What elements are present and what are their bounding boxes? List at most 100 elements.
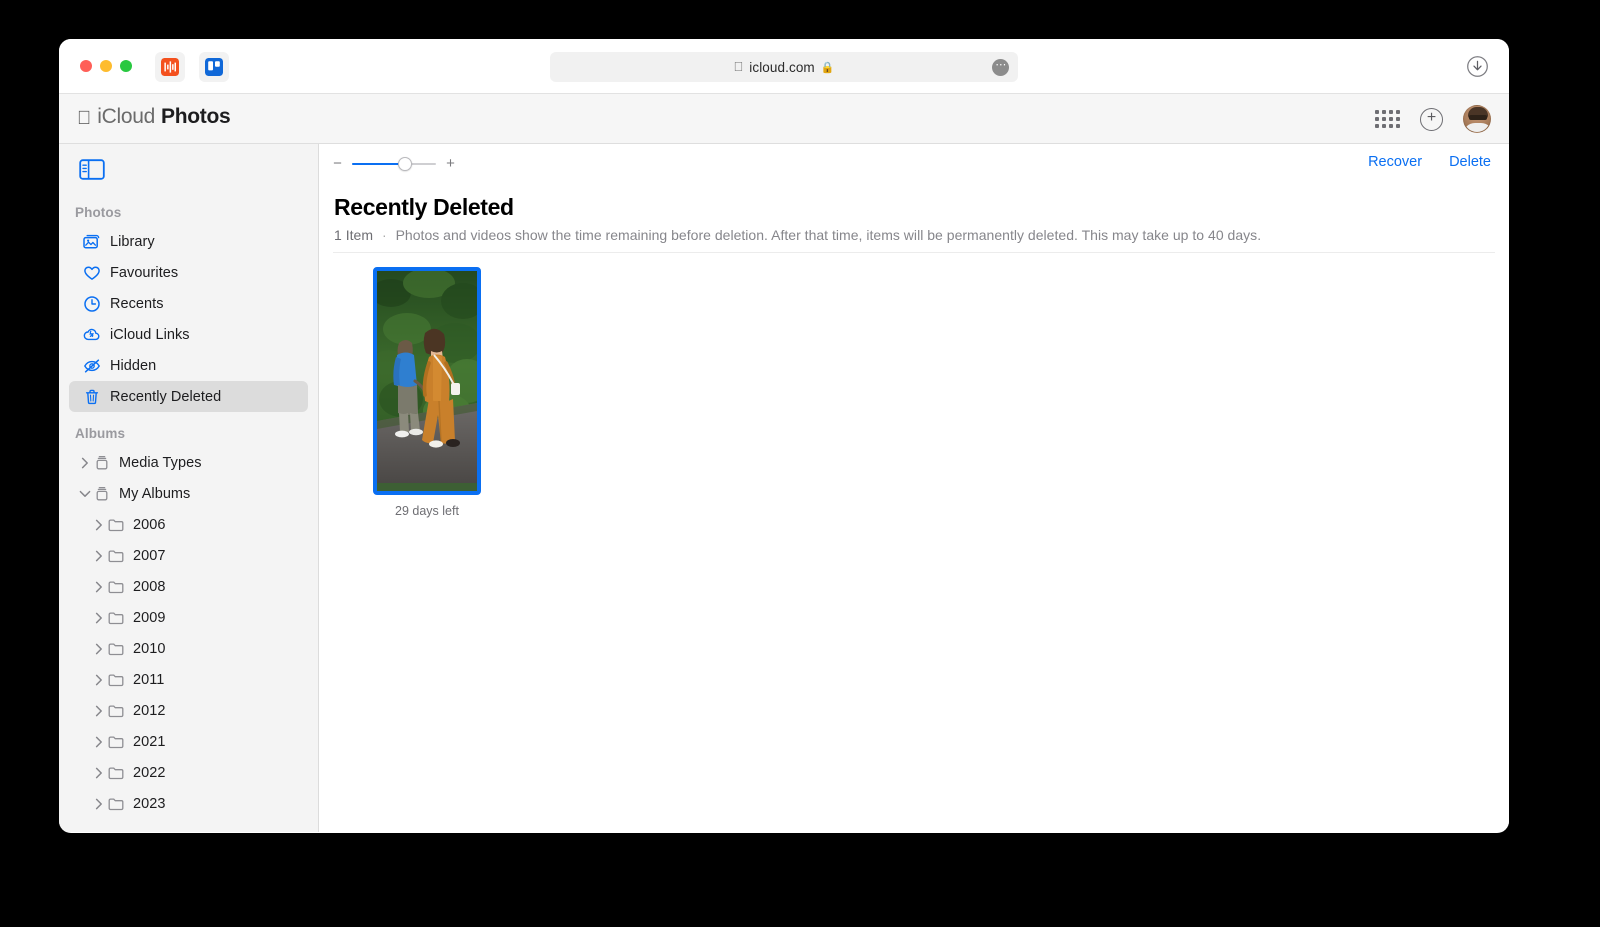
clock-icon	[84, 295, 100, 312]
address-bar[interactable]:  icloud.com 🔒 ⋯	[550, 52, 1018, 82]
photo-thumbnail[interactable]	[373, 267, 481, 495]
zoom-out-button[interactable]: −	[332, 156, 343, 171]
avatar-sunglasses	[1469, 115, 1487, 120]
sidebar-item-album-2006[interactable]: 2006	[69, 509, 308, 540]
sidebar-item-label: Hidden	[110, 357, 157, 374]
page-title: Recently Deleted	[334, 194, 514, 220]
slider-knob[interactable]	[398, 156, 413, 171]
sidebar-item-album-2021[interactable]: 2021	[69, 726, 308, 757]
app-name-label: Photos	[146, 105, 231, 128]
board-extension-button[interactable]	[199, 52, 229, 82]
cloud-link-icon	[83, 328, 100, 340]
minimize-window-button[interactable]	[100, 60, 112, 72]
app-grid-icon[interactable]	[1375, 110, 1400, 128]
recover-button[interactable]: Recover	[1368, 154, 1422, 170]
delete-button[interactable]: Delete	[1449, 154, 1491, 170]
main-toolbar: − + Recover Delete	[319, 144, 1509, 186]
board-extension-icon	[205, 58, 223, 76]
library-icon	[83, 234, 100, 249]
toolbar-actions: Recover Delete	[1368, 154, 1491, 170]
plus-circle-icon[interactable]: +	[1420, 107, 1443, 131]
chevron-down-icon[interactable]	[77, 490, 93, 498]
sidebar-item-label: 2022	[133, 764, 166, 781]
icloud-label: iCloud	[83, 105, 155, 128]
sidebar-item-media-types[interactable]: Media Types	[69, 447, 308, 478]
sidebar-item-icloud-links[interactable]: iCloud Links	[69, 319, 308, 350]
sidebar-item-label: Favourites	[110, 264, 179, 281]
sidebar-section-photos-title: Photos	[75, 205, 122, 220]
audio-extension-button[interactable]	[155, 52, 185, 82]
url-text: icloud.com	[744, 59, 814, 75]
sidebar-toggle-icon[interactable]	[79, 159, 105, 180]
sidebar-item-label: 2011	[133, 671, 165, 688]
download-icon[interactable]	[1466, 55, 1489, 78]
icloud-app-header:  iCloud Photos +	[59, 94, 1509, 144]
page-description: Photos and videos show the time remainin…	[395, 227, 1262, 243]
sidebar-item-album-2012[interactable]: 2012	[69, 695, 308, 726]
more-options-icon[interactable]: ⋯	[992, 59, 1009, 76]
sidebar-item-recents[interactable]: Recents	[69, 288, 308, 319]
zoom-window-button[interactable]	[120, 60, 132, 72]
sidebar-item-label: My Albums	[119, 485, 191, 502]
sidebar-item-label: Media Types	[119, 454, 202, 471]
folder-icon	[108, 580, 124, 593]
sidebar-item-label: Library	[110, 233, 155, 250]
desktop-background:  icloud.com 🔒 ⋯  iCloud Photos +	[0, 0, 1600, 927]
page-subtitle: 1 Item · Photos and videos show the time…	[334, 227, 1509, 243]
sidebar-item-album-2009[interactable]: 2009	[69, 602, 308, 633]
chevron-right-icon[interactable]	[91, 519, 107, 531]
zoom-control: − +	[332, 156, 456, 171]
chevron-right-icon[interactable]	[77, 457, 93, 469]
sidebar-item-recently-deleted[interactable]: Recently Deleted	[69, 381, 308, 412]
photo-caption: 29 days left	[395, 504, 459, 518]
sidebar-item-album-2008[interactable]: 2008	[69, 571, 308, 602]
apple-logo-icon: 	[77, 108, 91, 130]
photo-cell[interactable]: 29 days left	[373, 267, 481, 518]
sidebar-item-album-2022[interactable]: 2022	[69, 757, 308, 788]
zoom-in-button[interactable]: +	[445, 156, 456, 171]
sidebar-item-album-2007[interactable]: 2007	[69, 540, 308, 571]
sidebar-item-label: 2010	[133, 640, 166, 657]
subtitle-separator: ·	[381, 227, 387, 243]
sidebar-item-favourites[interactable]: Favourites	[69, 257, 308, 288]
chevron-right-icon[interactable]	[91, 705, 107, 717]
sidebar-item-label: iCloud Links	[110, 326, 190, 343]
folder-icon	[108, 673, 124, 686]
sidebar-item-label: 2008	[133, 578, 166, 595]
folder-icon	[108, 766, 124, 779]
photo-image	[377, 271, 477, 483]
folder-icon	[108, 797, 124, 810]
user-avatar[interactable]	[1463, 105, 1491, 133]
sidebar-item-library[interactable]: Library	[69, 226, 308, 257]
heart-icon	[84, 265, 100, 280]
sidebar-item-album-2023[interactable]: 2023	[69, 788, 308, 819]
sidebar-item-my-albums[interactable]: My Albums	[69, 478, 308, 509]
slider-fill	[352, 162, 405, 165]
chevron-right-icon[interactable]	[91, 798, 107, 810]
chevron-right-icon[interactable]	[91, 643, 107, 655]
close-window-button[interactable]	[80, 60, 92, 72]
sidebar-item-album-2010[interactable]: 2010	[69, 633, 308, 664]
chevron-right-icon[interactable]	[91, 736, 107, 748]
chevron-right-icon[interactable]	[91, 581, 107, 593]
sidebar-item-label: 2012	[133, 702, 166, 719]
browser-toolbar:  icloud.com 🔒 ⋯	[59, 39, 1509, 94]
app-header-actions: +	[1375, 94, 1491, 144]
folder-icon	[108, 549, 124, 562]
chevron-right-icon[interactable]	[91, 550, 107, 562]
chevron-right-icon[interactable]	[91, 612, 107, 624]
photo-grid: 29 days left	[319, 253, 1509, 518]
item-count: 1 Item	[334, 227, 374, 243]
chevron-right-icon[interactable]	[91, 674, 107, 686]
sidebar-item-label: 2009	[133, 609, 166, 626]
sidebar-item-label: 2007	[133, 547, 166, 564]
sidebar-item-hidden[interactable]: Hidden	[69, 350, 308, 381]
zoom-slider[interactable]	[352, 156, 436, 171]
sidebar-item-album-2011[interactable]: 2011	[69, 664, 308, 695]
avatar-body	[1464, 123, 1490, 132]
icloud-brand[interactable]:  iCloud Photos	[77, 105, 231, 130]
chevron-right-icon[interactable]	[91, 767, 107, 779]
main-panel: − + Recover Delete Recently Deleted 1 It…	[319, 144, 1509, 832]
apple-icon: 	[734, 60, 744, 73]
trash-icon	[85, 389, 99, 404]
